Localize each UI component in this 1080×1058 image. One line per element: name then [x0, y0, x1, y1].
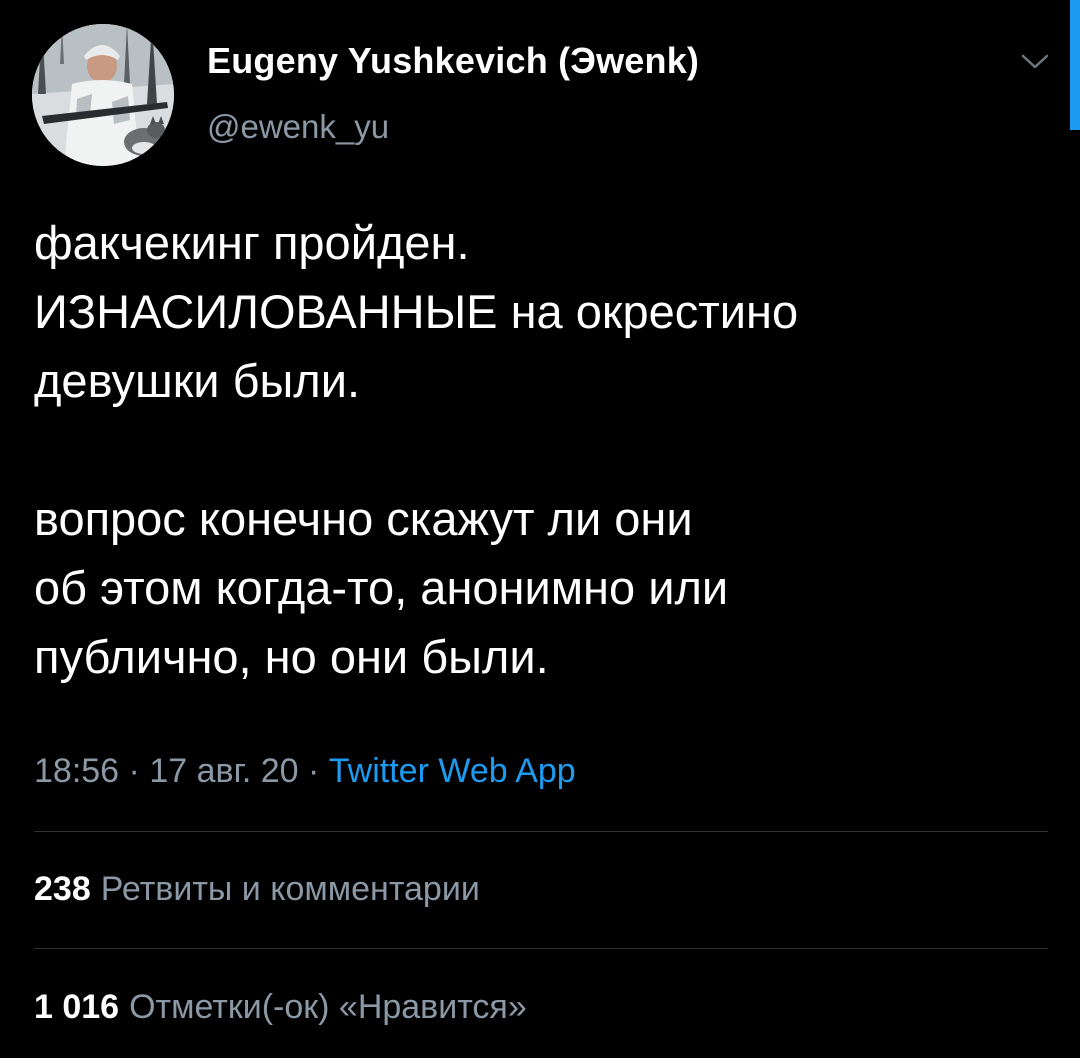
tweet-text-line: факчекинг пройден.: [34, 216, 470, 269]
meta-separator: ·: [307, 752, 329, 790]
tweet-text-line: ИЗНАСИЛОВАННЫЕ на окрестино: [34, 285, 799, 338]
divider: [34, 948, 1048, 949]
retweets-stat[interactable]: 238 Ретвиты и комментарии: [34, 870, 480, 909]
tweet-text-line: об этом когда-то, анонимно или: [34, 561, 729, 614]
scrollbar-thumb[interactable]: [1070, 0, 1080, 130]
tweet-date[interactable]: 17 авг. 20: [149, 752, 298, 790]
tweet-text-line: девушки были.: [34, 354, 361, 407]
tweet-meta: 18:56 · 17 авг. 20 · Twitter Web App: [34, 752, 576, 791]
tweet-text-line: вопрос конечно скажут ли они: [34, 492, 693, 545]
likes-stat[interactable]: 1 016 Отметки(-ок) «Нравится»: [34, 988, 527, 1027]
avatar-photo: [32, 24, 174, 166]
avatar[interactable]: [32, 24, 174, 166]
tweet-text-line: публично, но они были.: [34, 630, 549, 683]
meta-separator: ·: [128, 752, 150, 790]
author-name[interactable]: Eugeny Yushkevich (Эwenk): [207, 40, 699, 82]
tweet-source-link[interactable]: Twitter Web App: [329, 752, 576, 790]
tweet-detail: Eugeny Yushkevich (Эwenk) @ewenk_yu факч…: [0, 0, 1080, 1058]
divider: [34, 831, 1048, 832]
retweets-label: Ретвиты и комментарии: [100, 870, 480, 908]
likes-label: Отметки(-ок) «Нравится»: [129, 988, 527, 1026]
likes-count: 1 016: [34, 988, 120, 1026]
chevron-down-icon[interactable]: [1020, 52, 1050, 72]
tweet-text: факчекинг пройден. ИЗНАСИЛОВАННЫЕ на окр…: [34, 208, 1044, 691]
author-handle[interactable]: @ewenk_yu: [207, 108, 389, 146]
tweet-time[interactable]: 18:56: [34, 752, 119, 790]
retweets-count: 238: [34, 870, 91, 908]
